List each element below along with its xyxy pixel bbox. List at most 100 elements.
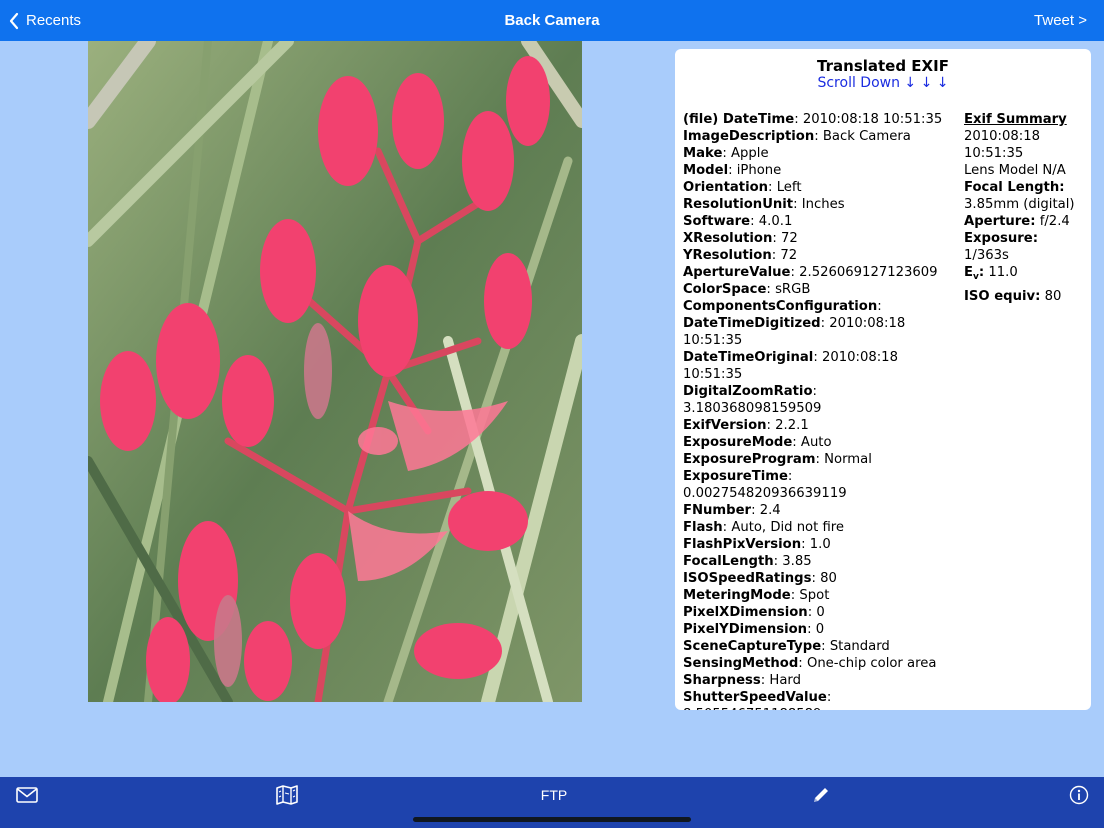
edit-button[interactable] xyxy=(800,777,842,813)
exif-entry: ResolutionUnit: Inches xyxy=(683,197,845,212)
exif-entry-key: FlashPixVersion xyxy=(683,537,802,552)
exif-entry-key: ImageDescription xyxy=(683,129,815,144)
exif-entry-value: Auto xyxy=(800,435,832,450)
exif-entry-key: ExposureTime xyxy=(683,469,788,484)
exif-entry-key: Orientation xyxy=(683,180,769,195)
mail-button[interactable] xyxy=(6,777,48,813)
exif-entry-key: SceneCaptureType xyxy=(683,639,822,654)
exif-entry-key: ResolutionUnit xyxy=(683,197,794,212)
map-button[interactable] xyxy=(266,777,308,813)
exif-entry-value: Left xyxy=(776,180,802,195)
exif-entry: DateTimeDigitized: 2010:08:18 10:51:35 xyxy=(683,316,906,348)
exif-entry-key: PixelYDimension xyxy=(683,622,808,637)
chevron-left-icon xyxy=(9,12,19,29)
exif-entry: SceneCaptureType: Standard xyxy=(683,639,890,654)
exif-entry-key: Sharpness xyxy=(683,673,761,688)
exif-entry: FocalLength: 3.85 xyxy=(683,554,812,569)
exif-entry: MeteringMode: Spot xyxy=(683,588,830,603)
exif-entry-value: 8.505546751188589 xyxy=(683,707,821,710)
exif-entry-key: YResolution xyxy=(683,248,772,263)
exif-summary: Exif Summary 2010:08:18 10:51:35 Lens Mo… xyxy=(964,111,1088,305)
exif-entry: Make: Apple xyxy=(683,146,769,161)
exif-entry: Model: iPhone xyxy=(683,163,782,178)
exif-entry: PixelYDimension: 0 xyxy=(683,622,825,637)
exif-entry: ExifVersion: 2.2.1 xyxy=(683,418,809,433)
exif-entry-key: DateTimeOriginal xyxy=(683,350,814,365)
exif-entry-key: PixelXDimension xyxy=(683,605,808,620)
exif-summary-title: Exif Summary xyxy=(964,112,1067,127)
exif-entry-key: (file) DateTime xyxy=(683,112,795,127)
exif-entry-value: 0 xyxy=(815,622,825,637)
exif-entry: ImageDescription: Back Camera xyxy=(683,129,911,144)
summary-exposure-value: 1/363s xyxy=(964,248,1009,263)
exif-entry-value: Auto, Did not fire xyxy=(731,520,845,535)
exif-entry-value: 72 xyxy=(781,231,798,246)
summary-ev-value: 11.0 xyxy=(988,265,1018,280)
map-icon xyxy=(276,785,298,805)
exif-entry: (file) DateTime: 2010:08:18 10:51:35 xyxy=(683,112,943,127)
exif-entry-value: 3.180368098159509 xyxy=(683,401,822,416)
exif-entry: PixelXDimension: 0 xyxy=(683,605,825,620)
exif-entry-value: 2.2.1 xyxy=(775,418,809,433)
exif-entry-value: 0.002754820936639119 xyxy=(683,486,847,501)
envelope-icon xyxy=(16,787,38,803)
exif-entry-value: Apple xyxy=(731,146,769,161)
exif-entry-key: FocalLength xyxy=(683,554,774,569)
exif-entry: DateTimeOriginal: 2010:08:18 10:51:35 xyxy=(683,350,898,382)
exif-entry-key: Flash xyxy=(683,520,723,535)
exif-entry-key: ExposureMode xyxy=(683,435,793,450)
exif-entry: Flash: Auto, Did not fire xyxy=(683,520,845,535)
exif-entry-key: ApertureValue xyxy=(683,265,791,280)
navigation-bar: Recents Back Camera Tweet > xyxy=(0,0,1104,41)
back-button-label: Recents xyxy=(26,12,82,29)
exif-entry: ColorSpace: sRGB xyxy=(683,282,811,297)
exif-entry-value: 1.0 xyxy=(809,537,831,552)
summary-exposure-label: Exposure: xyxy=(964,231,1038,246)
exif-entry-key: XResolution xyxy=(683,231,773,246)
exif-entry-key: DigitalZoomRatio xyxy=(683,384,813,399)
exif-entry: ExposureMode: Auto xyxy=(683,435,832,450)
exif-entry-key: ISOSpeedRatings xyxy=(683,571,812,586)
summary-lens: Lens Model N/A xyxy=(964,163,1066,178)
scroll-down-hint[interactable]: Scroll Down ↓ ↓ ↓ xyxy=(675,75,1091,91)
exif-entry: SensingMethod: One-chip color area xyxy=(683,656,937,671)
summary-ev-label: E xyxy=(964,265,974,280)
exif-entry: XResolution: 72 xyxy=(683,231,798,246)
back-button[interactable]: Recents xyxy=(8,0,81,41)
exif-entry-value: Normal xyxy=(824,452,872,467)
info-icon xyxy=(1069,785,1089,805)
tweet-button[interactable]: Tweet > xyxy=(1034,0,1087,41)
home-indicator[interactable] xyxy=(413,817,691,822)
pencil-icon xyxy=(814,788,828,802)
exif-entry-value: Inches xyxy=(801,197,845,212)
exif-entry: ShutterSpeedValue: 8.505546751188589 xyxy=(683,689,959,710)
exif-entry: Software: 4.0.1 xyxy=(683,214,793,229)
exif-entry-value: Hard xyxy=(769,673,801,688)
exif-entry-key: Make xyxy=(683,146,723,161)
photo-preview[interactable] xyxy=(88,41,582,702)
exif-entry-value: 0 xyxy=(816,605,825,620)
exif-entry-key: ExposureProgram xyxy=(683,452,816,467)
summary-iso-label: ISO equiv: xyxy=(964,289,1041,304)
summary-focal-label: Focal Length: xyxy=(964,180,1065,195)
exif-entry-key: ComponentsConfiguration xyxy=(683,299,878,314)
ftp-button[interactable]: FTP xyxy=(524,777,584,813)
summary-aperture-label: Aperture: xyxy=(964,214,1036,229)
exif-entry-value: iPhone xyxy=(736,163,782,178)
exif-entry-value: 4.0.1 xyxy=(758,214,793,229)
exif-entry-value: 72 xyxy=(780,248,798,263)
exif-entry-value: 2.526069127123609 xyxy=(799,265,938,280)
exif-title: Translated EXIF xyxy=(817,57,949,75)
exif-entry-value: 2010:08:18 10:51:35 xyxy=(802,112,943,127)
page-title: Back Camera xyxy=(504,12,600,29)
exif-entry-value: Spot xyxy=(799,588,830,603)
exif-panel[interactable]: Translated EXIF Scroll Down ↓ ↓ ↓ (file)… xyxy=(675,49,1091,710)
summary-focal-value: 3.85mm (digital) xyxy=(964,197,1075,212)
exif-entry-value: Back Camera xyxy=(822,129,911,144)
exif-entry-value: One-chip color area xyxy=(806,656,937,671)
exif-entry-key: SensingMethod xyxy=(683,656,799,671)
exif-entry-key: Software xyxy=(683,214,751,229)
info-button[interactable] xyxy=(1058,777,1100,813)
exif-entry-key: DateTimeDigitized xyxy=(683,316,821,331)
exif-entry-value: sRGB xyxy=(775,282,811,297)
